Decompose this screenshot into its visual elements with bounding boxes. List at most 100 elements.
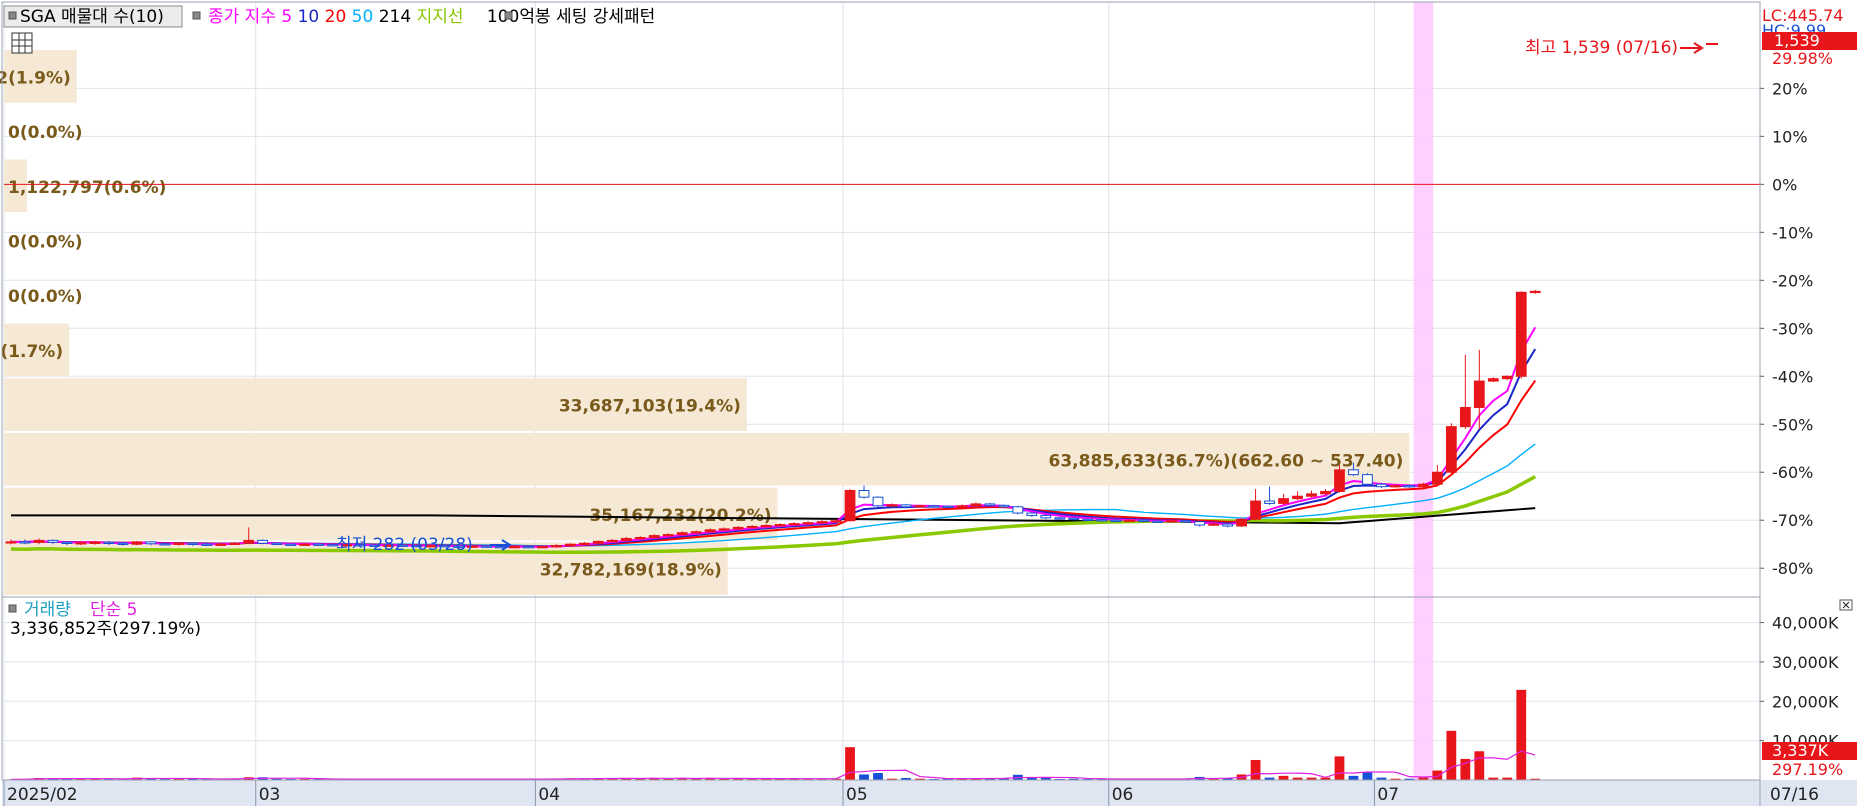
- volume-profile-label: 2,873,402(1.7%): [0, 342, 63, 362]
- indicator-legend[interactable]: 종가 지수 5 10 20 50 214 지지선 100억봉 세팅 강세패턴: [208, 7, 655, 27]
- candle-up: [173, 542, 185, 545]
- y-tick-label: -20%: [1772, 271, 1813, 290]
- volume-bar-up: [1474, 751, 1485, 780]
- candle-down: [984, 503, 996, 506]
- candle-down: [1403, 485, 1415, 488]
- candle-up: [1473, 380, 1485, 408]
- candle-up: [634, 537, 646, 540]
- volume-profile-label: 3,336,852(1.9%): [0, 68, 71, 88]
- y-tick-label: -10%: [1772, 223, 1813, 242]
- x-tick-label: 06: [1112, 785, 1134, 805]
- candle-up: [1459, 406, 1471, 428]
- y-tick-label: 40,000K: [1772, 614, 1839, 633]
- legend-item: 종가 지수 5: [208, 7, 292, 27]
- candle-down: [187, 542, 199, 545]
- current-pct-label: 29.98%: [1772, 49, 1833, 68]
- last-volume-label: 3,337K: [1772, 741, 1829, 760]
- candle-down: [1264, 500, 1275, 504]
- candle-up: [956, 505, 968, 508]
- volume-bar-up: [845, 747, 855, 780]
- volume-profile-label: 0(0.0%): [8, 232, 83, 252]
- candle-up: [1445, 426, 1457, 473]
- candle-down: [1068, 517, 1080, 521]
- candle-up: [830, 520, 842, 523]
- volume-ma-legend: 단순 5: [90, 600, 138, 620]
- candle-up: [75, 542, 87, 545]
- pattern-indicator: [504, 11, 513, 20]
- candle-up: [774, 524, 786, 527]
- candle-up: [1334, 469, 1345, 492]
- candle-down: [201, 543, 213, 546]
- candle-down: [481, 545, 492, 548]
- stock-chart[interactable]: 3,336,852(1.9%) 0(0.0%) 1,122,797(0.6%) 0(0…: [0, 0, 1859, 808]
- candle-up: [299, 543, 311, 546]
- candle-down: [858, 489, 870, 498]
- volume-profile-label: 1,122,797(0.6%): [8, 178, 166, 198]
- candle-up: [243, 539, 255, 544]
- candle-down: [1040, 514, 1052, 519]
- candle-up: [1529, 290, 1541, 294]
- candle-up: [1250, 500, 1261, 520]
- candle-down: [1110, 519, 1122, 522]
- candle-up: [844, 489, 856, 522]
- candle-up: [760, 525, 772, 528]
- last-volume-pct: 297.19%: [1772, 760, 1843, 779]
- y-tick-label: 20,000K: [1772, 692, 1839, 711]
- highlight-band: [1413, 2, 1434, 780]
- candle-up: [620, 537, 632, 541]
- x-axis-last-label: 07/16: [1770, 785, 1819, 805]
- title-button-label: SGA 매물대 수(10): [20, 7, 164, 27]
- candle-up: [746, 525, 758, 529]
- candle-down: [1180, 520, 1192, 523]
- candle-down: [47, 539, 59, 543]
- candle-up: [1501, 375, 1513, 380]
- candle-down: [1082, 518, 1094, 521]
- candle-up: [5, 541, 17, 544]
- volume-bar-up: [1278, 775, 1289, 780]
- candle-up: [704, 529, 716, 533]
- candle-up: [1166, 520, 1178, 523]
- volume-profile-label: 32,782,169(18.9%): [540, 561, 722, 581]
- candle-down: [159, 543, 171, 546]
- candle-down: [523, 546, 534, 549]
- y-tick-label: 0%: [1772, 175, 1797, 194]
- candle-up: [1124, 519, 1136, 522]
- candle-down: [1376, 483, 1387, 488]
- volume-bar-down: [1362, 772, 1373, 780]
- candle-up: [662, 534, 674, 537]
- volume-bar-up: [1250, 759, 1261, 780]
- grid-toggle-icon[interactable]: [11, 32, 33, 54]
- legend-item: 10: [292, 7, 319, 27]
- volume-bar-down: [859, 774, 869, 780]
- candle-down: [257, 539, 269, 544]
- candle-up: [1236, 518, 1247, 527]
- candle-down: [998, 504, 1010, 508]
- candle-up: [886, 504, 898, 507]
- volume-bar-up: [1432, 770, 1443, 780]
- low-annotation: 최저 282 (03/28): [336, 535, 473, 555]
- candle-up: [606, 539, 618, 543]
- candle-down: [1138, 519, 1150, 522]
- candle-up: [536, 546, 548, 549]
- candle-down: [103, 541, 115, 544]
- legend-item: 214: [373, 7, 411, 27]
- x-tick-label: 2025/02: [7, 785, 78, 805]
- candle-down: [271, 542, 283, 545]
- volume-bar-up: [1446, 730, 1457, 780]
- volume-profile-label: 33,687,103(19.4%): [559, 397, 741, 417]
- candle-up: [816, 521, 828, 524]
- candle-up: [215, 543, 227, 546]
- y-tick-label: -40%: [1772, 367, 1813, 386]
- candle-down: [1348, 469, 1359, 476]
- candle-up: [1515, 291, 1527, 377]
- candle-up: [690, 531, 702, 534]
- candle-down: [942, 505, 954, 509]
- candle-up: [718, 528, 730, 531]
- volume-bar-up: [1334, 756, 1345, 780]
- candle-up: [970, 503, 982, 507]
- candle-up: [550, 545, 562, 548]
- candle-down: [928, 505, 940, 508]
- candle-down: [1194, 521, 1206, 526]
- candle-down: [872, 496, 884, 507]
- candle-down: [117, 542, 129, 545]
